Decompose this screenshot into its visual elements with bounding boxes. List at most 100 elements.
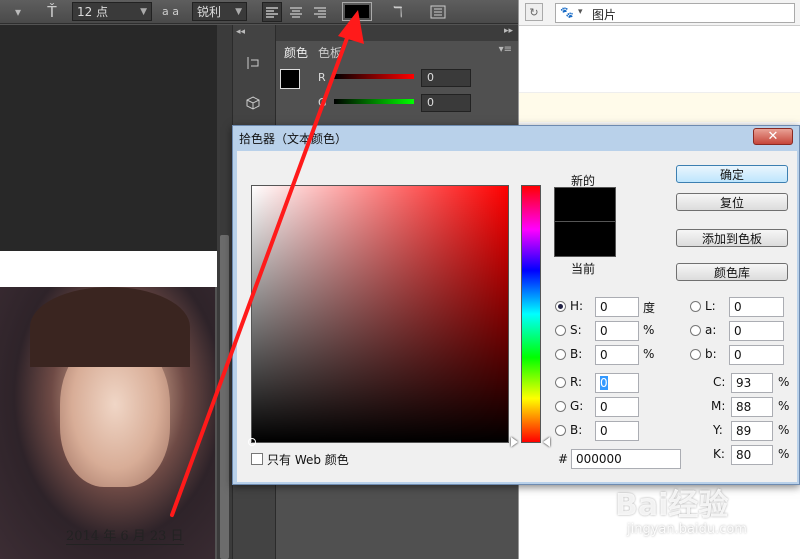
current-color-label: 当前: [571, 262, 596, 276]
green-label: G:: [570, 399, 584, 413]
black-unit: %: [778, 447, 790, 461]
black-input[interactable]: 80: [731, 445, 773, 465]
blue-label: B:: [570, 423, 583, 437]
font-size-combo[interactable]: 12 点 ▼: [72, 2, 152, 21]
yellow-unit: %: [778, 423, 790, 437]
radio-a[interactable]: [690, 325, 701, 336]
watermark-brand: Bai经验: [615, 488, 729, 523]
anti-alias-combo[interactable]: 锐利 ▼: [192, 2, 247, 21]
red-input[interactable]: 0: [595, 373, 639, 393]
align-left-icon: [266, 6, 278, 18]
saturation-input[interactable]: 0: [595, 321, 639, 341]
red-value-input[interactable]: 0: [421, 69, 471, 87]
red-label: R:: [570, 375, 583, 389]
color-picker-dialog: 拾色器（文本颜色） ✕ 新的 当前 确定 复位 添加到色板 颜色库 H: 0 度…: [232, 125, 800, 485]
color-libraries-button[interactable]: 颜色库: [676, 263, 788, 281]
magenta-label: M:: [711, 399, 726, 413]
web-only-checkbox[interactable]: [251, 453, 263, 465]
new-color-swatch: [554, 187, 616, 222]
saturation-brightness-field[interactable]: [248, 185, 509, 446]
hue-input[interactable]: 0: [595, 297, 639, 317]
reset-button[interactable]: 复位: [676, 193, 788, 211]
warp-text-icon[interactable]: ℸ: [388, 2, 408, 22]
history-icon[interactable]: [243, 53, 263, 73]
magenta-input[interactable]: 88: [731, 397, 773, 417]
ok-button[interactable]: 确定: [676, 165, 788, 183]
address-bar[interactable]: 🐾 ▾ 图片: [555, 3, 795, 23]
saturation-label: S:: [570, 323, 582, 337]
slider-label: G: [318, 96, 327, 109]
hue-slider[interactable]: [521, 185, 541, 443]
red-gradient-bar[interactable]: [334, 74, 414, 79]
align-center-icon: [290, 6, 302, 18]
slider-red[interactable]: R 0: [316, 69, 506, 89]
options-bar: ▾ Ť 12 点 ▼ a a 锐利 ▼ ℸ: [0, 0, 518, 24]
panel-icon: [430, 5, 446, 19]
text-color-swatch[interactable]: [342, 2, 372, 21]
3d-cube-icon[interactable]: [243, 93, 263, 113]
radio-green[interactable]: [555, 401, 566, 412]
hex-label: #: [558, 452, 569, 466]
anti-alias-icon: a a: [162, 5, 179, 18]
slider-green[interactable]: G 0: [316, 94, 506, 114]
hue-slider-right-handle[interactable]: [543, 437, 550, 447]
scrollbar-thumb[interactable]: [220, 235, 229, 559]
black-label: K:: [713, 447, 725, 461]
radio-saturation[interactable]: [555, 325, 566, 336]
refresh-icon[interactable]: ↻: [525, 3, 543, 21]
radio-red[interactable]: [555, 377, 566, 388]
brightness-unit: %: [643, 347, 655, 361]
panel-menu-icon[interactable]: ▾≡: [499, 44, 512, 55]
character-panel-button[interactable]: [428, 2, 448, 22]
green-value-input[interactable]: 0: [421, 94, 471, 112]
tool-preset-dropdown[interactable]: ▾: [8, 2, 28, 22]
align-center-button[interactable]: [286, 2, 306, 22]
cyan-unit: %: [778, 375, 790, 389]
slider-label: R: [318, 71, 326, 84]
text-orientation-icon[interactable]: Ť: [42, 2, 62, 22]
lightness-input[interactable]: 0: [729, 297, 784, 317]
baidu-watermark: Bai经验 jingyan.baidu.com: [615, 480, 800, 550]
align-right-icon: [314, 6, 326, 18]
close-icon: ✕: [767, 129, 779, 144]
a-label: a:: [705, 323, 717, 337]
collapse-icon[interactable]: ◂◂: [236, 27, 245, 37]
radio-b[interactable]: [690, 349, 701, 360]
date-text[interactable]: 2014 年 6 月 23 日: [66, 525, 184, 545]
magenta-unit: %: [778, 399, 790, 413]
add-to-swatches-button[interactable]: 添加到色板: [676, 229, 788, 247]
tab-color[interactable]: 颜色: [278, 42, 315, 60]
align-left-button[interactable]: [262, 2, 282, 22]
cyan-input[interactable]: 93: [731, 373, 773, 393]
hue-unit: 度: [643, 301, 656, 315]
align-right-button[interactable]: [310, 2, 330, 22]
chevron-down-icon[interactable]: ▾: [578, 7, 583, 17]
anti-alias-value: 锐利: [197, 5, 222, 19]
hue-slider-left-handle[interactable]: [511, 437, 518, 447]
radio-lightness[interactable]: [690, 301, 701, 312]
tab-swatches[interactable]: 色板: [312, 42, 348, 60]
foreground-color-swatch[interactable]: [280, 69, 300, 89]
expand-icon[interactable]: ▸▸: [504, 26, 513, 36]
cyan-label: C:: [713, 375, 726, 389]
brightness-input[interactable]: 0: [595, 345, 639, 365]
yellow-input[interactable]: 89: [731, 421, 773, 441]
radio-brightness[interactable]: [555, 349, 566, 360]
hex-input[interactable]: 000000: [571, 449, 681, 469]
web-only-label: 只有 Web 颜色: [267, 453, 349, 467]
red-input-value: 0: [600, 376, 608, 390]
green-gradient-bar[interactable]: [334, 99, 414, 104]
b-input[interactable]: 0: [729, 345, 784, 365]
close-button[interactable]: ✕: [753, 128, 793, 145]
radio-blue[interactable]: [555, 425, 566, 436]
watermark-url: jingyan.baidu.com: [627, 522, 747, 537]
color-picker-cursor[interactable]: [248, 438, 256, 446]
a-input[interactable]: 0: [729, 321, 784, 341]
hair-shape: [30, 287, 190, 367]
green-input[interactable]: 0: [595, 397, 639, 417]
radio-hue[interactable]: [555, 301, 566, 312]
blue-input[interactable]: 0: [595, 421, 639, 441]
browser-toolbar: ↻ 🐾 ▾ 图片: [519, 0, 800, 26]
canvas-vertical-scrollbar[interactable]: [217, 25, 232, 559]
current-color-swatch[interactable]: [554, 222, 616, 257]
